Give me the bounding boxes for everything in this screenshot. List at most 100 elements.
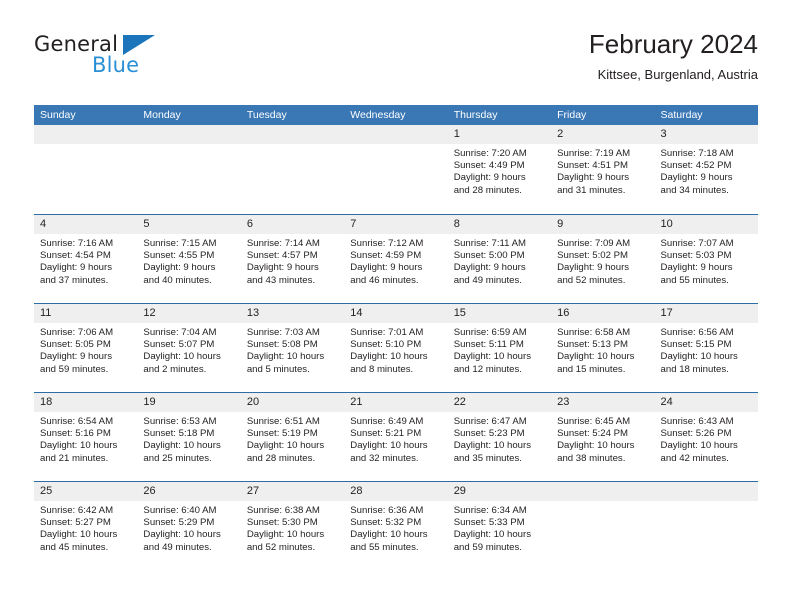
- day-cell[interactable]: 3 Sunrise: 7:18 AM Sunset: 4:52 PM Daylight…: [654, 125, 758, 214]
- day-details: Sunrise: 7:16 AM Sunset: 4:54 PM Daylight:…: [34, 234, 137, 287]
- day-cell[interactable]: 17 Sunrise: 6:56 AM Sunset: 5:15 PM Dayligh…: [654, 304, 758, 392]
- day-cell-empty: [240, 125, 345, 214]
- day-cell[interactable]: 25 Sunrise: 6:42 AM Sunset: 5:27 PM Dayligh…: [34, 482, 138, 570]
- page-header: General Blue February 2024 Kittsee, Burg…: [34, 28, 758, 98]
- day-cell[interactable]: 26 Sunrise: 6:40 AM Sunset: 5:29 PM Dayligh…: [137, 482, 241, 570]
- day-number-band: [240, 125, 345, 144]
- weekday-header-row: Sunday Monday Tuesday Wednesday Thursday Frid…: [34, 105, 758, 125]
- daylight-text: Daylight: 10 hours: [246, 351, 325, 363]
- day-number: 26: [143, 485, 156, 497]
- day-cell[interactable]: 29 Sunrise: 6:34 AM Sunset: 5:33 PM Dayligh…: [447, 482, 552, 570]
- sunset-text: Sunset: 4:59 PM: [350, 250, 422, 262]
- day-cell[interactable]: 16 Sunrise: 6:58 AM Sunset: 5:13 PM Dayligh…: [551, 304, 655, 392]
- daylight-text: Daylight: 10 hours: [557, 440, 635, 452]
- day-cell[interactable]: 9 Sunrise: 7:09 AM Sunset: 5:02 PM Daylight…: [551, 215, 655, 303]
- day-cell[interactable]: 10 Sunrise: 7:07 AM Sunset: 5:03 PM Dayligh…: [654, 215, 758, 303]
- daylight-text: Daylight: 10 hours: [660, 440, 738, 452]
- day-cell-empty: [137, 125, 241, 214]
- day-number-band: 29: [447, 482, 552, 501]
- day-cell[interactable]: 24 Sunrise: 6:43 AM Sunset: 5:26 PM Dayligh…: [654, 393, 758, 481]
- day-cell[interactable]: 4 Sunrise: 7:16 AM Sunset: 4:54 PM Daylight…: [34, 215, 138, 303]
- day-number-band: 8: [447, 215, 552, 234]
- sunrise-text: Sunrise: 7:07 AM: [660, 238, 734, 249]
- day-cell[interactable]: 7 Sunrise: 7:12 AM Sunset: 4:59 PM Daylight…: [344, 215, 448, 303]
- day-cell[interactable]: 19 Sunrise: 6:53 AM Sunset: 5:18 PM Dayligh…: [137, 393, 241, 481]
- day-cell[interactable]: 23 Sunrise: 6:45 AM Sunset: 5:24 PM Dayligh…: [551, 393, 655, 481]
- day-cell[interactable]: 14 Sunrise: 7:01 AM Sunset: 5:10 PM Dayligh…: [344, 304, 448, 392]
- weekday-header-thursday: Thursday: [453, 109, 498, 121]
- sunset-text: Sunset: 5:11 PM: [453, 339, 524, 351]
- day-cell[interactable]: 20 Sunrise: 6:51 AM Sunset: 5:19 PM Dayligh…: [240, 393, 345, 481]
- day-details: Sunrise: 7:11 AM Sunset: 5:00 PM Daylight:…: [448, 234, 551, 287]
- sunset-text: Sunset: 5:07 PM: [143, 339, 215, 351]
- sunset-text: Sunset: 5:15 PM: [660, 339, 732, 351]
- day-number-band: 6: [240, 215, 345, 234]
- day-cell[interactable]: 6 Sunrise: 7:14 AM Sunset: 4:57 PM Daylight…: [240, 215, 345, 303]
- sunset-text: Sunset: 5:21 PM: [350, 428, 422, 440]
- daylight-text: Daylight: 10 hours: [453, 351, 532, 363]
- day-number: 21: [350, 396, 363, 408]
- day-cell-empty: [551, 482, 655, 570]
- day-details: [34, 144, 137, 148]
- day-number-band: 21: [344, 393, 448, 412]
- day-number-band: 3: [654, 125, 758, 144]
- sunset-text: Sunset: 5:18 PM: [143, 428, 215, 440]
- day-cell[interactable]: 1 Sunrise: 7:20 AM Sunset: 4:49 PM Daylight…: [447, 125, 552, 214]
- weekday-header-saturday: Saturday: [660, 109, 703, 121]
- daylight-text: and 49 minutes.: [453, 274, 522, 286]
- daylight-text: and 32 minutes.: [350, 452, 419, 464]
- daylight-text: Daylight: 9 hours: [40, 351, 112, 363]
- day-cell[interactable]: 12 Sunrise: 7:04 AM Sunset: 5:07 PM Dayligh…: [137, 304, 241, 392]
- sunset-text: Sunset: 5:19 PM: [246, 428, 318, 440]
- sunrise-text: Sunrise: 6:36 AM: [350, 505, 424, 516]
- sunset-text: Sunset: 5:05 PM: [40, 339, 111, 351]
- daylight-text: Daylight: 9 hours: [557, 172, 630, 184]
- day-cell[interactable]: 8 Sunrise: 7:11 AM Sunset: 5:00 PM Daylight…: [447, 215, 552, 303]
- sunset-text: Sunset: 4:52 PM: [660, 160, 732, 172]
- day-cell[interactable]: 18 Sunrise: 6:54 AM Sunset: 5:16 PM Dayligh…: [34, 393, 138, 481]
- sunrise-text: Sunrise: 7:16 AM: [40, 238, 114, 249]
- brand-logo[interactable]: General Blue: [34, 32, 234, 88]
- day-cell[interactable]: 13 Sunrise: 7:03 AM Sunset: 5:08 PM Dayligh…: [240, 304, 345, 392]
- daylight-text: and 42 minutes.: [660, 452, 729, 464]
- day-number: 28: [350, 485, 363, 497]
- daylight-text: Daylight: 9 hours: [453, 262, 526, 274]
- daylight-text: and 37 minutes.: [40, 274, 109, 286]
- day-number: 14: [350, 307, 363, 319]
- day-cell[interactable]: 11 Sunrise: 7:06 AM Sunset: 5:05 PM Dayligh…: [34, 304, 138, 392]
- sunset-text: Sunset: 5:30 PM: [246, 517, 318, 529]
- day-details: Sunrise: 6:53 AM Sunset: 5:18 PM Daylight:…: [137, 412, 240, 465]
- sunrise-text: Sunrise: 7:14 AM: [246, 238, 320, 249]
- daylight-text: Daylight: 10 hours: [660, 351, 738, 363]
- day-number-band: 20: [240, 393, 345, 412]
- brand-triangle-icon: [123, 35, 155, 55]
- daylight-text: Daylight: 10 hours: [350, 529, 428, 541]
- daylight-text: and 28 minutes.: [246, 452, 316, 464]
- day-details: Sunrise: 7:06 AM Sunset: 5:05 PM Daylight:…: [34, 323, 137, 376]
- sunrise-text: Sunrise: 6:56 AM: [660, 327, 734, 338]
- day-number-band: 4: [34, 215, 138, 234]
- day-cell-empty: [344, 125, 448, 214]
- day-cell[interactable]: 28 Sunrise: 6:36 AM Sunset: 5:32 PM Dayligh…: [344, 482, 448, 570]
- daylight-text: and 25 minutes.: [143, 452, 212, 464]
- sunrise-text: Sunrise: 7:06 AM: [40, 327, 114, 338]
- day-number: 5: [143, 218, 150, 230]
- calendar-page: General Blue February 2024 Kittsee, Burg…: [0, 0, 792, 612]
- day-number: 11: [40, 307, 52, 319]
- sunrise-text: Sunrise: 6:42 AM: [40, 505, 114, 516]
- day-cell[interactable]: 15 Sunrise: 6:59 AM Sunset: 5:11 PM Dayligh…: [447, 304, 552, 392]
- sunset-text: Sunset: 5:26 PM: [660, 428, 732, 440]
- day-number: 22: [453, 396, 466, 408]
- day-cell[interactable]: 21 Sunrise: 6:49 AM Sunset: 5:21 PM Dayligh…: [344, 393, 448, 481]
- day-cell[interactable]: 2 Sunrise: 7:19 AM Sunset: 4:51 PM Daylight…: [551, 125, 655, 214]
- day-number: 2: [557, 128, 564, 140]
- day-cell[interactable]: 5 Sunrise: 7:15 AM Sunset: 4:55 PM Daylight…: [137, 215, 241, 303]
- day-cell[interactable]: 22 Sunrise: 6:47 AM Sunset: 5:23 PM Dayligh…: [447, 393, 552, 481]
- sunrise-text: Sunrise: 6:34 AM: [453, 505, 527, 516]
- day-number: 9: [557, 218, 564, 230]
- day-number: 18: [40, 396, 53, 408]
- day-cell[interactable]: 27 Sunrise: 6:38 AM Sunset: 5:30 PM Dayligh…: [240, 482, 345, 570]
- daylight-text: Daylight: 10 hours: [453, 440, 532, 452]
- sunset-text: Sunset: 5:08 PM: [246, 339, 318, 351]
- day-number-band: 25: [34, 482, 138, 501]
